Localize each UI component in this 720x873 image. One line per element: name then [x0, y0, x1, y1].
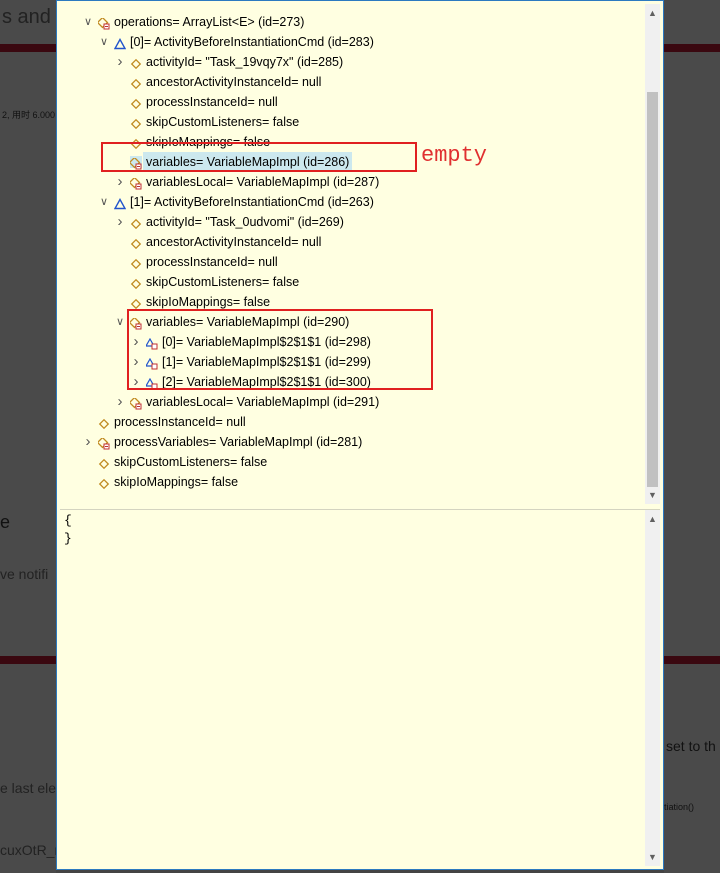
diamond-icon	[98, 416, 110, 430]
detail-pane[interactable]: { } ▲ ▼	[60, 509, 660, 866]
tree-row[interactable]: ∨ operations= ArrayList<E> (id=273)	[82, 12, 620, 32]
background-text: tiation()	[664, 802, 695, 812]
background-text: e last ele	[0, 780, 57, 796]
diamond-icon	[98, 476, 110, 490]
diamond-icon	[130, 216, 142, 230]
tree-row[interactable]: processInstanceId= null	[114, 92, 620, 112]
scroll-thumb[interactable]	[647, 92, 658, 487]
collapsed-chevron-icon[interactable]: ›	[114, 212, 126, 232]
tree-row[interactable]: processInstanceId= null	[114, 252, 620, 272]
expanded-chevron-icon[interactable]: ∨	[82, 12, 94, 32]
tree-row-label: variablesLocal= VariableMapImpl (id=291)	[146, 395, 380, 409]
background-text: s and	[2, 6, 51, 28]
tree-vertical-scrollbar[interactable]: ▲ ▼	[645, 4, 660, 504]
tree-row-label: processInstanceId= null	[146, 255, 278, 269]
tree-row[interactable]: › variablesLocal= VariableMapImpl (id=291…	[114, 392, 620, 412]
background-bar	[664, 44, 720, 52]
background-text: cuxOtR_r	[0, 842, 60, 858]
expanded-chevron-icon[interactable]: ∨	[114, 312, 126, 332]
detail-text[interactable]: { }	[64, 512, 72, 548]
tree-row[interactable]: ancestorActivityInstanceId= null	[114, 72, 620, 92]
field-icon	[96, 16, 110, 30]
scroll-down-arrow-icon[interactable]: ▼	[645, 488, 660, 502]
tree-row-label: ancestorActivityInstanceId= null	[146, 75, 322, 89]
diamond-icon	[130, 296, 142, 310]
background-bar	[0, 44, 56, 52]
tree-row-label: skipIoMappings= false	[114, 475, 239, 489]
triangle-icon	[113, 196, 127, 210]
expanded-chevron-icon[interactable]: ∨	[98, 32, 110, 52]
collapsed-chevron-icon[interactable]: ›	[114, 52, 126, 72]
triangle-icon	[113, 36, 127, 50]
tree-row[interactable]: processInstanceId= null	[82, 412, 620, 432]
field-icon	[128, 176, 142, 190]
background-bar	[664, 656, 720, 664]
tree-row[interactable]: ∨ [0]= ActivityBeforeInstantiationCmd (id…	[98, 32, 620, 52]
tree-row[interactable]: skipCustomListeners= false	[82, 452, 620, 472]
tree-row[interactable]: ∨ [1]= ActivityBeforeInstantiationCmd (id…	[98, 192, 620, 212]
tree-row[interactable]: skipCustomListeners= false	[114, 272, 620, 292]
background-text: 2, 用时 6.000	[2, 110, 56, 120]
tree-row-label: skipCustomListeners= false	[114, 455, 268, 469]
tree-row-label: skipCustomListeners= false	[146, 115, 300, 129]
tree-row[interactable]: › activityId= "Task_0udvomi" (id=269)	[114, 212, 620, 232]
tree-row[interactable]: skipIoMappings= false	[82, 472, 620, 492]
tree-row[interactable]: › variablesLocal= VariableMapImpl (id=287…	[114, 172, 620, 192]
diamond-icon	[130, 236, 142, 250]
collapsed-chevron-icon[interactable]: ›	[82, 432, 94, 452]
diamond-icon	[130, 96, 142, 110]
tree-row[interactable]: › processVariables= VariableMapImpl (id=2…	[82, 432, 620, 452]
tree-row-label: skipCustomListeners= false	[146, 275, 300, 289]
field-icon	[128, 396, 142, 410]
diamond-icon	[130, 276, 142, 290]
tree-row-label: activityId= "Task_19vqy7x" (id=285)	[146, 55, 344, 69]
annotation-empty: empty	[421, 143, 488, 168]
tree-row-label: processVariables= VariableMapImpl (id=28…	[114, 435, 363, 449]
scroll-up-arrow-icon[interactable]: ▲	[645, 6, 660, 20]
tree-row-label: variablesLocal= VariableMapImpl (id=287)	[146, 175, 380, 189]
debug-inspect-popup[interactable]: ∨ operations= ArrayList<E> (id=273) ∨ [0]= …	[56, 0, 664, 870]
tree-row[interactable]: ancestorActivityInstanceId= null	[114, 232, 620, 252]
tree-row-label: operations= ArrayList<E> (id=273)	[114, 15, 305, 29]
variables-tree-pane[interactable]: ∨ operations= ArrayList<E> (id=273) ∨ [0]= …	[60, 4, 660, 504]
field-icon	[96, 436, 110, 450]
tree-row-label: [0]= ActivityBeforeInstantiationCmd (id=…	[130, 35, 374, 49]
background-text: set to th	[666, 738, 716, 754]
tree-row[interactable]: › activityId= "Task_19vqy7x" (id=285)	[114, 52, 620, 72]
tree-row-label: ancestorActivityInstanceId= null	[146, 235, 322, 249]
background-left	[0, 0, 56, 873]
background-text: e	[0, 512, 11, 532]
diamond-icon	[130, 116, 142, 130]
tree-row-label: processInstanceId= null	[114, 415, 246, 429]
diamond-icon	[130, 256, 142, 270]
highlight-box-populated	[127, 309, 433, 390]
collapsed-chevron-icon[interactable]: ›	[114, 172, 126, 192]
diamond-icon	[98, 456, 110, 470]
highlight-box-empty	[101, 142, 417, 172]
scroll-down-arrow-icon[interactable]: ▼	[645, 850, 660, 864]
expanded-chevron-icon[interactable]: ∨	[98, 192, 110, 212]
diamond-icon	[130, 76, 142, 90]
detail-vertical-scrollbar[interactable]: ▲ ▼	[645, 510, 660, 866]
tree-row[interactable]: skipCustomListeners= false	[114, 112, 620, 132]
tree-row-label: processInstanceId= null	[146, 95, 278, 109]
background-text: ve notifi	[0, 566, 49, 582]
background-bar	[0, 656, 56, 664]
collapsed-chevron-icon[interactable]: ›	[114, 392, 126, 412]
tree-row-label: activityId= "Task_0udvomi" (id=269)	[146, 215, 344, 229]
scroll-up-arrow-icon[interactable]: ▲	[645, 512, 660, 526]
tree-row-label: [1]= ActivityBeforeInstantiationCmd (id=…	[130, 195, 374, 209]
diamond-icon	[130, 56, 142, 70]
